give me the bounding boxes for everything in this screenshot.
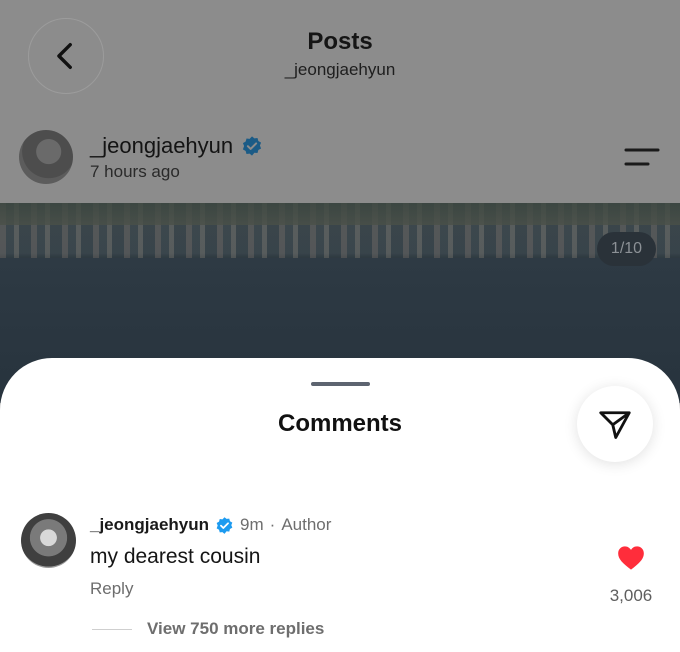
meta-separator: · xyxy=(269,515,276,534)
author-tag: Author xyxy=(281,515,332,534)
comments-sheet xyxy=(0,358,680,652)
post-username: _jeongjaehyun xyxy=(90,133,234,158)
verified-badge-icon xyxy=(243,136,262,156)
photo-counter: 1/10 xyxy=(597,232,656,266)
page-title: Posts xyxy=(307,28,373,55)
page-subtitle: _jeongjaehyun xyxy=(284,60,396,79)
comment-author-avatar[interactable] xyxy=(21,513,76,568)
comment-text: my dearest cousin xyxy=(90,545,261,568)
like-count: 3,006 xyxy=(609,586,653,605)
post-author-avatar[interactable] xyxy=(19,130,73,184)
sheet-drag-handle[interactable] xyxy=(311,382,370,386)
verified-badge-icon xyxy=(216,516,233,534)
share-button[interactable] xyxy=(577,386,653,462)
comment-header: _jeongjaehyun 9m · Author xyxy=(90,515,331,535)
reply-button[interactable]: Reply xyxy=(90,579,133,599)
heart-icon[interactable] xyxy=(617,545,645,571)
post-timestamp: 7 hours ago xyxy=(90,162,180,181)
menu-icon[interactable] xyxy=(624,146,660,168)
comment-time: 9m xyxy=(240,515,264,534)
comment-username[interactable]: _jeongjaehyun xyxy=(90,515,209,535)
replies-divider xyxy=(92,629,132,630)
view-more-replies-button[interactable]: View 750 more replies xyxy=(147,619,324,639)
post-author[interactable]: _jeongjaehyun xyxy=(90,133,263,159)
send-icon xyxy=(599,411,631,439)
photo-hills xyxy=(0,203,680,225)
